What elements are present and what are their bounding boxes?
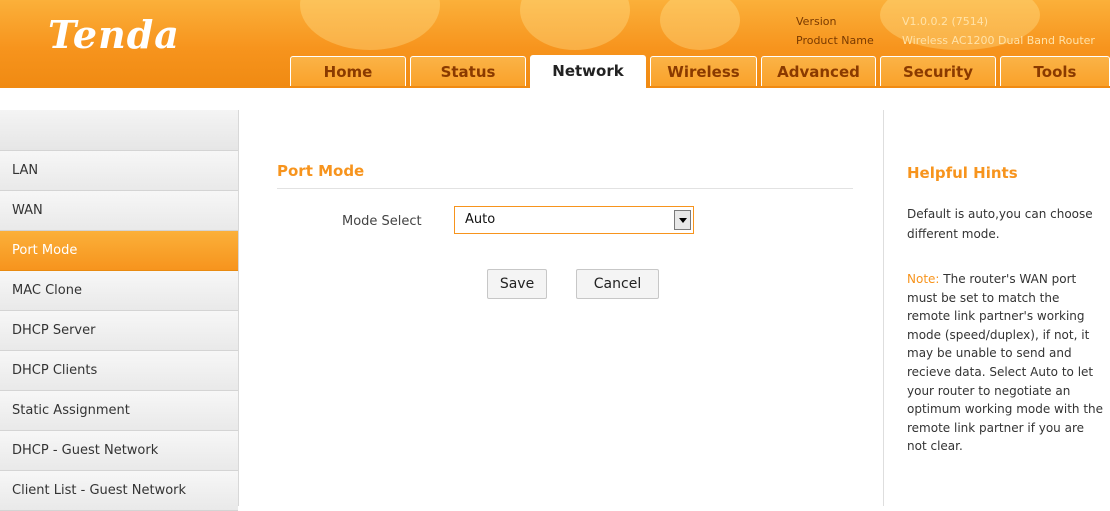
mode-select-label: Mode Select (342, 214, 422, 229)
sidebar-item-client-list-guest-network[interactable]: Client List - Guest Network (0, 471, 238, 511)
main-panel: Port Mode Mode Select Auto Save Cancel (240, 110, 883, 506)
sidebar-header (0, 110, 238, 151)
chevron-down-icon[interactable] (674, 210, 691, 230)
header-bar: Tenda Version V1.0.0.2 (7514) Product Na… (0, 0, 1110, 88)
tab-wireless[interactable]: Wireless (650, 56, 757, 86)
version-value: V1.0.0.2 (7514) (902, 15, 989, 28)
save-button[interactable]: Save (487, 269, 547, 299)
header-decoration (520, 0, 630, 50)
hints-divider (883, 110, 884, 506)
product-name-label: Product Name (796, 34, 874, 47)
tab-status[interactable]: Status (410, 56, 526, 86)
tab-security[interactable]: Security (880, 56, 996, 86)
sidebar-item-port-mode[interactable]: Port Mode (0, 231, 238, 271)
hints-note: Note: The router's WAN port must be set … (907, 270, 1105, 456)
tab-tools[interactable]: Tools (1000, 56, 1110, 86)
header-decoration (660, 0, 740, 50)
sidebar-item-dhcp-clients[interactable]: DHCP Clients (0, 351, 238, 391)
tab-home[interactable]: Home (290, 56, 406, 86)
sidebar: LAN WAN Port Mode MAC Clone DHCP Server … (0, 110, 239, 511)
header-decoration (300, 0, 440, 50)
sidebar-item-lan[interactable]: LAN (0, 151, 238, 191)
title-divider (277, 188, 853, 189)
sidebar-item-dhcp-server[interactable]: DHCP Server (0, 311, 238, 351)
mode-select-value: Auto (465, 212, 496, 227)
sidebar-item-wan[interactable]: WAN (0, 191, 238, 231)
hints-text: Default is auto,you can choose different… (907, 207, 1093, 241)
sidebar-item-mac-clone[interactable]: MAC Clone (0, 271, 238, 311)
note-text: The router's WAN port must be set to mat… (907, 272, 1104, 454)
note-label: Note: (907, 272, 940, 286)
sidebar-item-dhcp-guest-network[interactable]: DHCP - Guest Network (0, 431, 238, 471)
product-name-value: Wireless AC1200 Dual Band Router (902, 34, 1095, 47)
version-label: Version (796, 15, 837, 28)
page-title: Port Mode (277, 162, 365, 180)
mode-select-dropdown[interactable]: Auto (454, 206, 694, 234)
tab-advanced[interactable]: Advanced (761, 56, 876, 86)
tab-network[interactable]: Network (530, 55, 646, 88)
tenda-logo: Tenda (48, 12, 180, 57)
sidebar-item-static-assignment[interactable]: Static Assignment (0, 391, 238, 431)
hints-title: Helpful Hints (907, 164, 1018, 182)
header-gap (0, 88, 1110, 110)
cancel-button[interactable]: Cancel (576, 269, 659, 299)
